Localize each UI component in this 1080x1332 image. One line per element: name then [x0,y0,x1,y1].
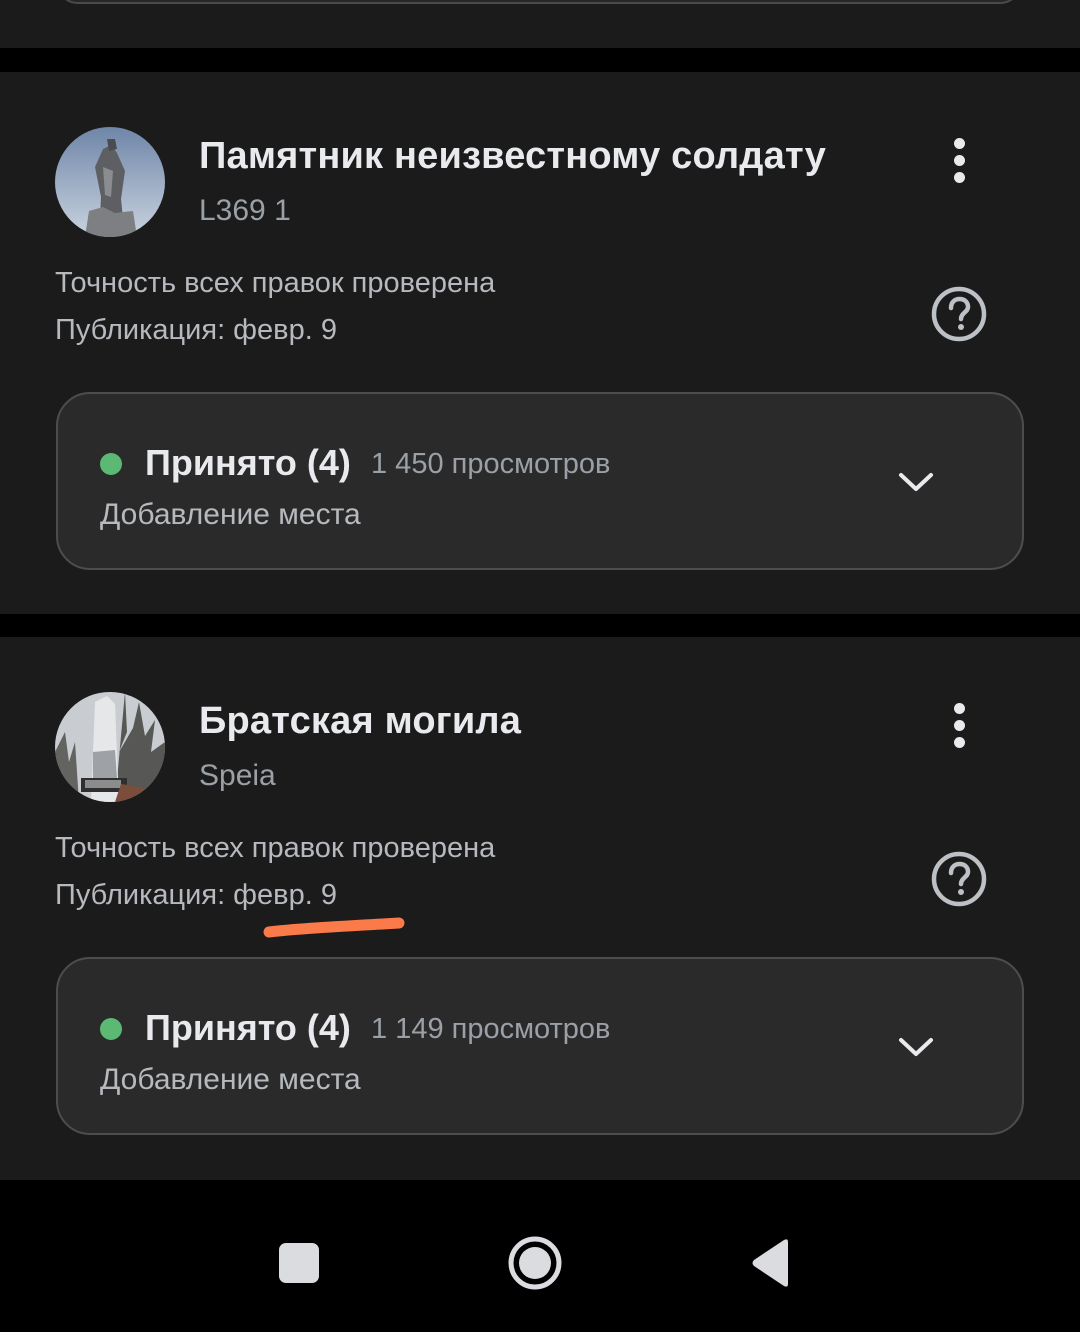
chevron-down-icon[interactable] [894,1025,938,1069]
help-circle-icon[interactable] [930,285,988,343]
help-circle-icon[interactable] [930,850,988,908]
contribution-card: Братская могила Speia Точность всех прав… [0,637,1080,1180]
accepted-dot-icon [100,453,122,475]
status-label: Принято (4) [145,442,351,483]
published-date: Публикация: февр. 9 [55,314,337,346]
back-icon[interactable] [748,1238,792,1288]
status-box[interactable]: Принято (4) 1 149 просмотров Добавление … [56,957,1024,1135]
views-count: 1 450 просмотров [371,448,611,480]
views-count: 1 149 просмотров [371,1013,611,1045]
more-vert-icon[interactable] [935,695,983,755]
contribution-card: Памятник неизвестному солдату L369 1 Точ… [0,72,1080,614]
more-vert-icon[interactable] [935,130,983,190]
accuracy-text: Точность всех правок проверена [55,832,496,864]
place-photo[interactable] [55,692,165,802]
previous-card [0,0,1080,48]
place-photo[interactable] [55,127,165,237]
status-box[interactable]: Принято (4) 1 450 просмотров Добавление … [56,392,1024,570]
system-nav-bar [0,1180,1080,1332]
place-subtitle: Speia [199,759,276,792]
accepted-dot-icon [100,1018,122,1040]
underline-annotation [261,914,407,940]
chevron-down-icon[interactable] [894,460,938,504]
edit-type: Добавление места [100,1063,361,1096]
accuracy-text: Точность всех правок проверена [55,267,496,299]
published-date: Публикация: февр. 9 [55,879,337,911]
previous-status-box[interactable] [56,0,1022,4]
recent-apps-icon[interactable] [279,1243,319,1283]
status-label: Принято (4) [145,1007,351,1048]
edit-type: Добавление места [100,498,361,531]
place-title[interactable]: Братская могила [199,700,521,743]
place-title[interactable]: Памятник неизвестному солдату [199,135,826,178]
home-icon[interactable] [507,1235,563,1291]
place-subtitle: L369 1 [199,194,291,227]
